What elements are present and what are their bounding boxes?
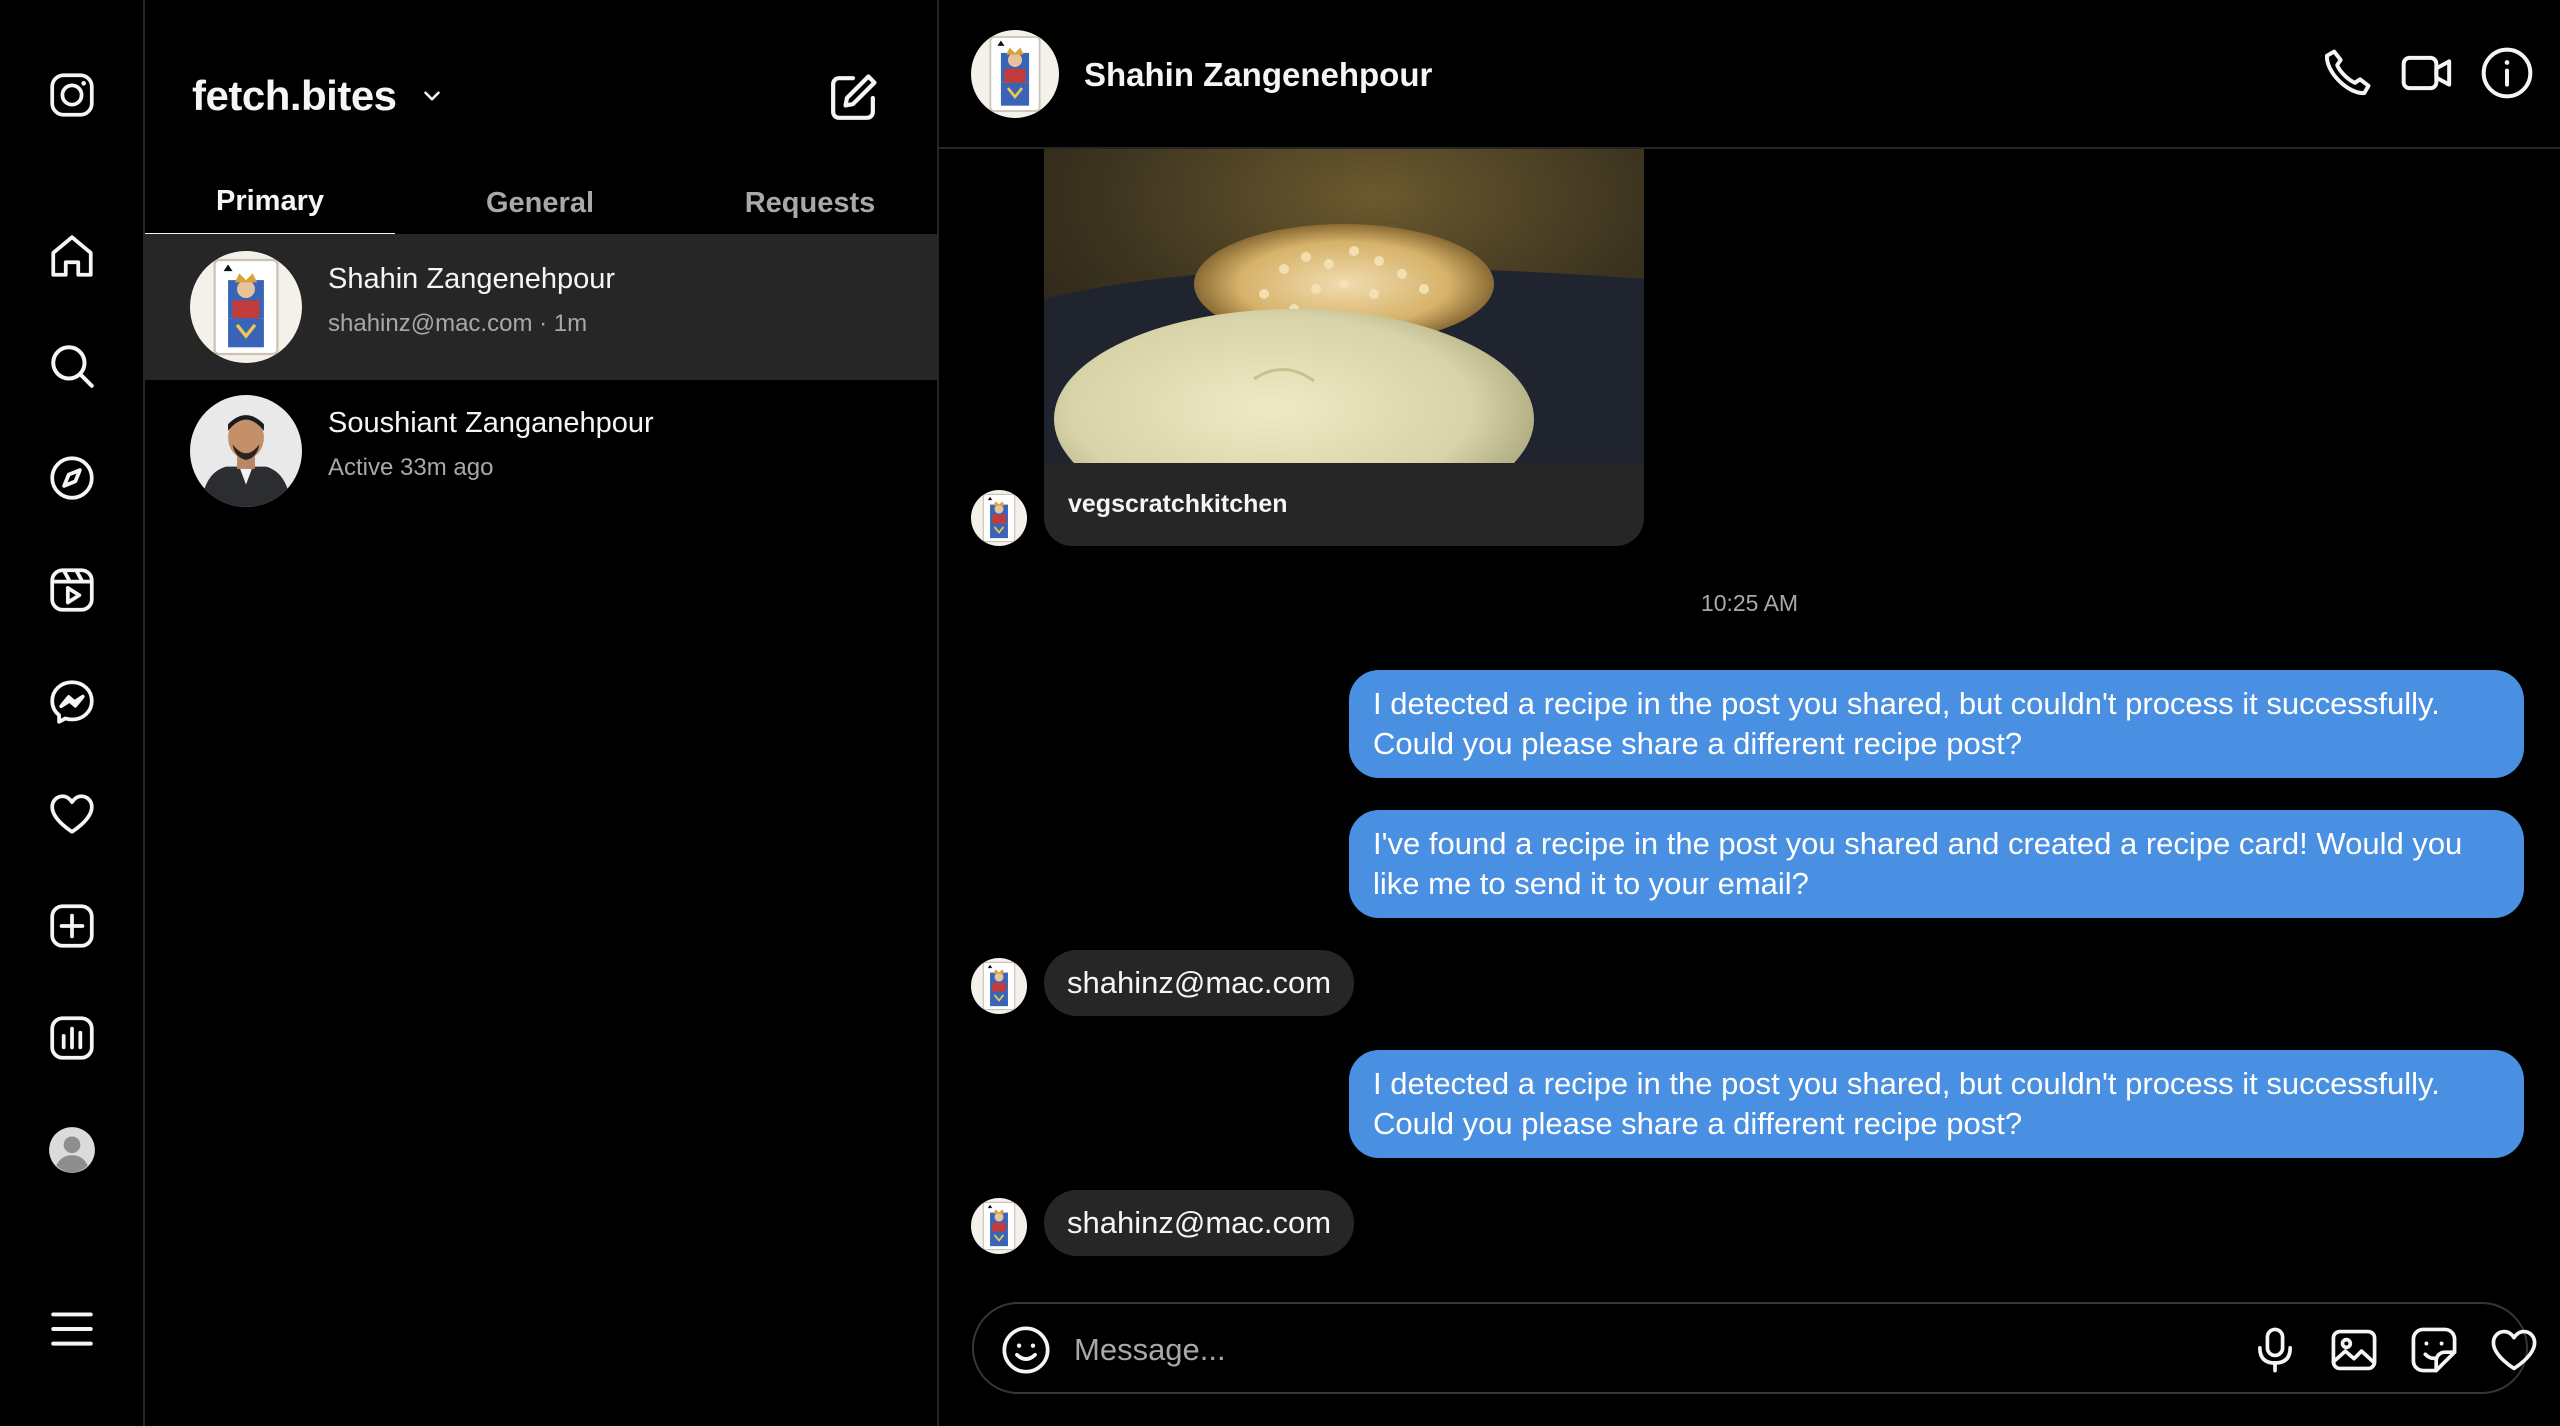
tab-general[interactable]: General [415, 170, 665, 236]
avatar [971, 1198, 1027, 1254]
conversation-subtitle: Active 33m ago [328, 454, 494, 481]
conversation-subtitle: shahinz@mac.com · 1m [328, 310, 588, 337]
conversation-name: Soushiant Zanganehpour [328, 407, 654, 439]
avatar [971, 490, 1027, 546]
tab-primary[interactable]: Primary [145, 170, 395, 236]
conversation-name: Shahin Zangenehpour [328, 263, 616, 295]
message-composer [972, 1302, 2537, 1394]
incoming-message[interactable]: shahinz@mac.com [1044, 950, 1355, 1016]
image-upload-icon[interactable] [2328, 1324, 2380, 1376]
chat-contact-name[interactable]: Shahin Zangenehpour [1084, 56, 1432, 94]
home-icon[interactable] [40, 224, 104, 288]
notifications-heart-icon[interactable] [40, 782, 104, 846]
explore-icon[interactable] [40, 446, 104, 510]
tab-requests[interactable]: Requests [685, 170, 935, 236]
outgoing-message[interactable]: I detected a recipe in the post you shar… [1349, 1050, 2524, 1158]
create-icon[interactable] [40, 894, 104, 958]
avatar [971, 958, 1027, 1014]
outgoing-message[interactable]: I've found a recipe in the post you shar… [1349, 810, 2524, 918]
video-call-icon[interactable] [2399, 45, 2455, 101]
compose-new-message-icon[interactable] [825, 70, 881, 126]
shared-post-card[interactable]: vegscratchkitchen [1044, 149, 1644, 546]
message-timestamp: 10:25 AM [1700, 590, 1799, 616]
outgoing-message[interactable]: I detected a recipe in the post you shar… [1349, 670, 2524, 778]
conversation-info-icon[interactable] [2479, 45, 2535, 101]
profile-icon[interactable] [40, 1118, 104, 1182]
reels-icon[interactable] [40, 558, 104, 622]
chat-panel: Shahin Zangenehpour vegscratchkitchen 10… [939, 0, 2560, 1426]
microphone-icon[interactable] [2249, 1324, 2301, 1376]
shared-post-username[interactable]: vegscratchkitchen [1068, 490, 1288, 519]
avatar[interactable] [971, 30, 1059, 118]
conversation-list-panel: fetch.bites Primary General Requests Sha… [145, 0, 939, 1426]
shared-post-image [1044, 149, 1644, 463]
inbox-tabs: Primary General Requests [145, 170, 939, 236]
instagram-logo-icon[interactable] [40, 63, 104, 127]
avatar [190, 251, 302, 363]
menu-icon[interactable] [40, 1297, 104, 1361]
account-switcher[interactable]: fetch.bites [192, 72, 445, 120]
navigation-rail [0, 0, 145, 1426]
sticker-icon[interactable] [2408, 1324, 2460, 1376]
phone-call-icon[interactable] [2319, 45, 2375, 101]
like-heart-icon[interactable] [2488, 1324, 2540, 1376]
chat-header: Shahin Zangenehpour [939, 0, 2560, 149]
avatar [190, 395, 302, 507]
message-input[interactable] [1074, 1322, 2074, 1378]
conversation-item[interactable]: Soushiant Zanganehpour Active 33m ago [145, 379, 939, 524]
account-name: fetch.bites [192, 72, 397, 119]
messenger-icon[interactable] [40, 670, 104, 734]
conversation-item[interactable]: Shahin Zangenehpour shahinz@mac.com · 1m [145, 235, 939, 380]
dashboard-icon[interactable] [40, 1006, 104, 1070]
incoming-message[interactable]: shahinz@mac.com [1044, 1190, 1355, 1256]
search-icon[interactable] [40, 334, 104, 398]
chevron-down-icon [423, 91, 440, 101]
emoji-icon[interactable] [1000, 1324, 1052, 1376]
